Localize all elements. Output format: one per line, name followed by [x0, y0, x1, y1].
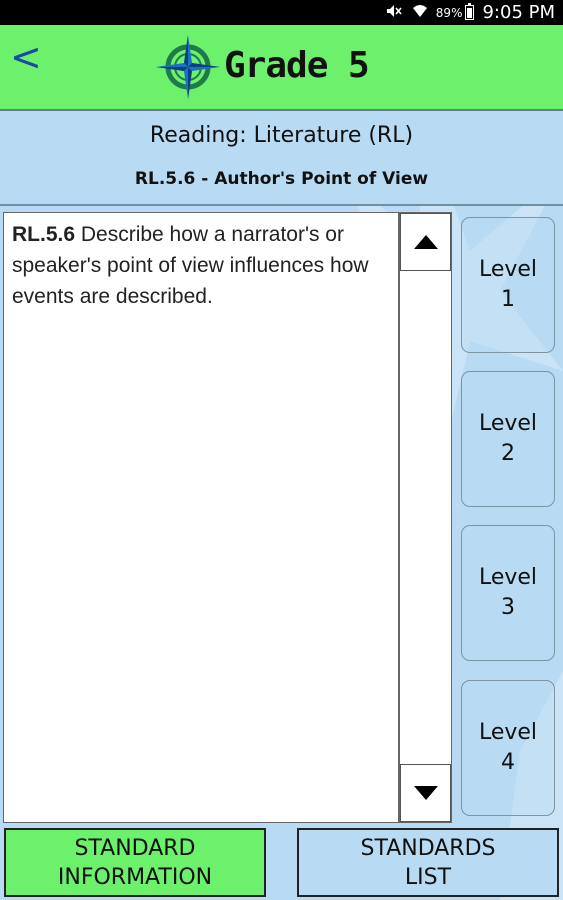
wifi-icon: [412, 4, 428, 22]
button-label-line2: INFORMATION: [57, 864, 213, 890]
status-time: 9:05 PM: [482, 2, 555, 23]
standard-description-panel[interactable]: RL.5.6 Describe how a narrator's or spea…: [3, 212, 399, 823]
compass-icon: [156, 35, 220, 99]
scrollbar[interactable]: [399, 212, 452, 823]
level-4-button[interactable]: Level 4: [461, 680, 555, 816]
level-label: Level: [478, 565, 538, 590]
standard-code: RL.5.6: [12, 223, 76, 246]
arrow-up-icon: [413, 235, 438, 249]
divider: [0, 204, 563, 206]
level-label: Level: [478, 411, 538, 436]
level-number: 3: [501, 595, 515, 620]
standard-title-area: Reading: Literature (RL) RL.5.6 - Author…: [0, 111, 563, 204]
battery-percent: 89%: [435, 5, 463, 20]
level-label: Level: [478, 720, 538, 745]
scroll-down-button[interactable]: [400, 764, 451, 822]
level-number: 4: [501, 750, 515, 775]
back-button[interactable]: <: [10, 35, 42, 79]
standard-information-button[interactable]: STANDARD INFORMATION: [4, 828, 266, 897]
arrow-down-icon: [413, 786, 438, 800]
level-2-button[interactable]: Level 2: [461, 371, 555, 507]
standard-heading: RL.5.6 - Author's Point of View: [134, 169, 429, 189]
button-label-line2: LIST: [404, 864, 452, 890]
subject-heading: Reading: Literature (RL): [149, 123, 414, 148]
battery-icon: [465, 3, 475, 20]
level-1-button[interactable]: Level 1: [461, 217, 555, 353]
page-title: Grade 5: [224, 45, 370, 86]
button-label-line1: STANDARDS: [360, 835, 496, 861]
header-bar: < Grade 5: [0, 25, 563, 111]
level-3-button[interactable]: Level 3: [461, 525, 555, 661]
scroll-up-button[interactable]: [400, 213, 451, 271]
level-label: Level: [478, 257, 538, 282]
level-number: 1: [501, 287, 515, 312]
status-bar: 89% 9:05 PM: [0, 0, 563, 25]
button-label-line1: STANDARD: [74, 835, 196, 861]
mute-icon: [386, 4, 402, 22]
standards-list-button[interactable]: STANDARDS LIST: [297, 828, 559, 897]
level-number: 2: [501, 441, 515, 466]
